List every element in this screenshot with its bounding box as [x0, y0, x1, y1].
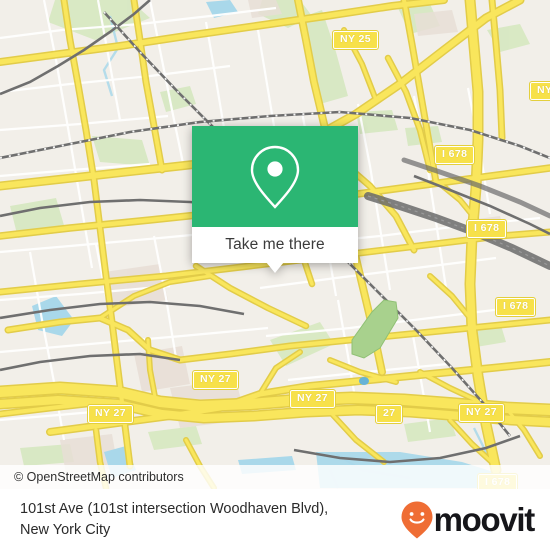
place-name-line1: 101st Ave (101st intersection Woodhaven …: [20, 500, 329, 517]
poi-card-image-area: [192, 126, 358, 227]
moovit-pin-icon: [401, 501, 433, 538]
footer-bar: 101st Ave (101st intersection Woodhaven …: [0, 489, 550, 550]
highway-shield[interactable]: NY 27: [458, 403, 505, 423]
moovit-logo[interactable]: moovit: [400, 500, 550, 540]
map-attribution-bar: © OpenStreetMap contributors: [0, 465, 550, 489]
take-me-there-button[interactable]: Take me there: [192, 227, 358, 263]
poi-popup-card[interactable]: Take me there: [192, 126, 358, 273]
place-name-line2: New York City: [20, 521, 111, 538]
poi-card-pointer: [266, 262, 284, 273]
moovit-wordmark: moovit: [433, 501, 536, 538]
attribution-text[interactable]: © OpenStreetMap contributors: [0, 470, 184, 484]
place-name: 101st Ave (101st intersection Woodhaven …: [0, 499, 328, 541]
map-canvas[interactable]: NY 25 NY I 678 I 678 I 678 NY 27 NY 27 N…: [0, 0, 550, 489]
take-me-there-label: Take me there: [225, 236, 325, 253]
map-pin-icon: [250, 145, 300, 209]
highway-shield[interactable]: I 678: [465, 219, 508, 239]
highway-shield[interactable]: NY: [528, 81, 550, 101]
highway-shield[interactable]: NY 27: [289, 389, 336, 409]
highway-shield[interactable]: I 678: [433, 145, 476, 165]
map-screenshot: NY 25 NY I 678 I 678 I 678 NY 27 NY 27 N…: [0, 0, 550, 550]
highway-shield[interactable]: NY 27: [87, 404, 134, 424]
highway-shield[interactable]: I 678: [494, 297, 537, 317]
highway-shield[interactable]: NY 25: [332, 30, 379, 50]
highway-shield[interactable]: NY 27: [192, 370, 239, 390]
highway-shield[interactable]: 27: [374, 404, 404, 424]
